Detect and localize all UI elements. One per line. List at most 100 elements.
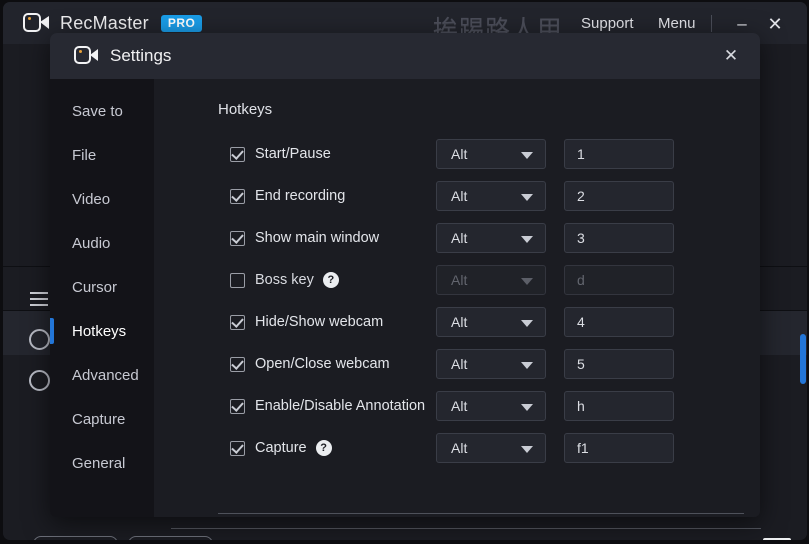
hotkey-checkbox[interactable]: [230, 188, 245, 204]
sidebar-item-file[interactable]: File: [50, 133, 154, 177]
hotkey-row: End recording Alt 2: [154, 175, 760, 217]
hotkey-input[interactable]: 2: [564, 181, 674, 211]
hotkey-checkbox[interactable]: [230, 398, 245, 414]
hotkey-row: Show main window Alt 3: [154, 217, 760, 259]
modifier-select[interactable]: Alt: [436, 391, 546, 421]
sidebar-item-label: Save to: [72, 102, 123, 120]
hotkey-input[interactable]: 4: [564, 307, 674, 337]
hotkey-label: Enable/Disable Annotation: [255, 398, 426, 414]
hotkey-value: 4: [577, 314, 585, 330]
active-indicator: [50, 318, 54, 344]
radio-option-1[interactable]: [29, 329, 50, 350]
chevron-down-icon: [521, 194, 533, 201]
question-mark-icon[interactable]: ?: [315, 440, 332, 456]
footer-button-1[interactable]: [33, 536, 118, 540]
chevron-down-icon: [521, 152, 533, 159]
footer-button-2[interactable]: [128, 536, 213, 540]
hotkey-row: Open/Close webcam Alt 5: [154, 343, 760, 385]
hotkey-row: Capture ? Alt f1: [154, 427, 760, 469]
close-dialog-button[interactable]: ✕: [720, 45, 742, 67]
camcorder-icon: [74, 46, 100, 66]
modifier-select[interactable]: Alt: [436, 265, 546, 295]
hotkey-checkbox[interactable]: [230, 230, 245, 246]
divider: [218, 513, 744, 514]
modifier-value: Alt: [451, 398, 468, 414]
hotkey-value: 2: [577, 188, 585, 204]
sidebar-item-label: Cursor: [72, 278, 118, 296]
modifier-value: Alt: [451, 146, 468, 162]
close-window-button[interactable]: ✕: [764, 13, 786, 35]
sidebar-item-capture[interactable]: Capture: [50, 397, 154, 441]
sidebar-item-advanced[interactable]: Advanced: [50, 353, 154, 397]
modifier-value: Alt: [451, 272, 468, 288]
sidebar-item-label: Video: [72, 190, 111, 208]
modifier-value: Alt: [451, 356, 468, 372]
hotkey-input[interactable]: 5: [564, 349, 674, 379]
app-title: RecMaster: [60, 12, 149, 33]
hotkey-label: Capture: [255, 440, 307, 456]
hotkey-input[interactable]: h: [564, 391, 674, 421]
chevron-down-icon: [521, 236, 533, 243]
chevron-down-icon: [521, 446, 533, 453]
sidebar-item-save-to[interactable]: Save to: [50, 89, 154, 133]
hotkey-row: Boss key ? Alt d: [154, 259, 760, 301]
radio-option-2[interactable]: [29, 370, 50, 391]
share-arrow-icon[interactable]: [763, 538, 791, 540]
hotkey-label: Boss key: [255, 272, 314, 288]
sidebar-item-video[interactable]: Video: [50, 177, 154, 221]
modifier-select[interactable]: Alt: [436, 139, 546, 169]
list-icon[interactable]: [30, 292, 48, 306]
hotkey-label: Open/Close webcam: [255, 356, 390, 372]
hotkey-input[interactable]: f1: [564, 433, 674, 463]
support-link[interactable]: Support: [581, 15, 634, 32]
modifier-value: Alt: [451, 440, 468, 456]
hotkey-checkbox[interactable]: [230, 356, 245, 372]
hotkey-checkbox[interactable]: [230, 272, 245, 288]
sidebar-item-label: Hotkeys: [72, 322, 127, 340]
settings-content: Hotkeys Start/Pause Alt 1 End recording …: [154, 79, 760, 517]
hotkey-label: Hide/Show webcam: [255, 314, 384, 330]
hotkey-row: Start/Pause Alt 1: [154, 133, 760, 175]
hotkey-row: Hide/Show webcam Alt 4: [154, 301, 760, 343]
hotkey-checkbox[interactable]: [230, 314, 245, 330]
titlebar-divider: [711, 15, 712, 32]
hotkey-input[interactable]: 3: [564, 223, 674, 253]
sidebar-item-general[interactable]: General: [50, 441, 154, 485]
hotkey-input[interactable]: 1: [564, 139, 674, 169]
modifier-value: Alt: [451, 188, 468, 204]
hotkey-checkbox[interactable]: [230, 146, 245, 162]
hotkey-label: Start/Pause: [255, 146, 331, 162]
modifier-value: Alt: [451, 230, 468, 246]
settings-sidebar: Save to File Video Audio Cursor Hotkeys: [50, 79, 154, 517]
modifier-select[interactable]: Alt: [436, 223, 546, 253]
sidebar-item-cursor[interactable]: Cursor: [50, 265, 154, 309]
question-mark-icon[interactable]: ?: [322, 272, 339, 288]
divider: [171, 528, 761, 529]
dialog-title: Settings: [110, 46, 172, 65]
chevron-down-icon: [521, 320, 533, 327]
chevron-down-icon: [521, 404, 533, 411]
scrollbar-thumb[interactable]: [800, 334, 806, 384]
hotkey-checkbox[interactable]: [230, 440, 245, 456]
hotkey-value: 3: [577, 230, 585, 246]
hotkey-input[interactable]: d: [564, 265, 674, 295]
settings-dialog: Settings ✕ Save to File Video Audio Curs…: [50, 33, 760, 517]
modifier-select[interactable]: Alt: [436, 349, 546, 379]
modifier-select[interactable]: Alt: [436, 307, 546, 337]
sidebar-item-label: Audio: [72, 234, 111, 252]
sidebar-item-audio[interactable]: Audio: [50, 221, 154, 265]
menu-link[interactable]: Menu: [658, 15, 696, 32]
minimize-button[interactable]: –: [731, 14, 753, 34]
hotkey-label: End recording: [255, 188, 346, 204]
section-title: Hotkeys: [218, 101, 273, 118]
modifier-select[interactable]: Alt: [436, 181, 546, 211]
hotkey-rows: Start/Pause Alt 1 End recording Alt 2 Sh…: [154, 133, 760, 469]
app-root: RecMaster PRO 挨踢路人甲 Support Menu – ✕ Set…: [0, 0, 809, 544]
sidebar-item-label: General: [72, 454, 126, 472]
chevron-down-icon: [521, 278, 533, 285]
sidebar-item-label: Advanced: [72, 366, 139, 384]
pro-badge: PRO: [160, 14, 203, 32]
modifier-select[interactable]: Alt: [436, 433, 546, 463]
hotkey-row: Enable/Disable Annotation Alt h: [154, 385, 760, 427]
sidebar-item-hotkeys[interactable]: Hotkeys: [50, 309, 154, 353]
